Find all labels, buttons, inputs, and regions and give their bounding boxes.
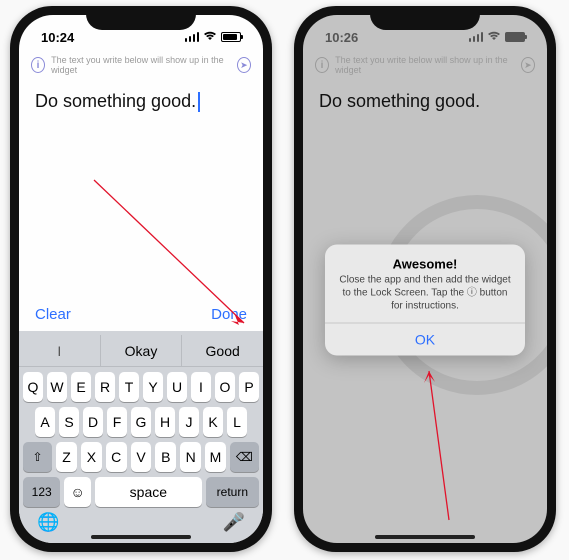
key-y[interactable]: Y	[143, 372, 163, 402]
key-k[interactable]: K	[203, 407, 223, 437]
alert-ok-button[interactable]: OK	[325, 323, 525, 356]
phone-left: 10:24 i The text you write below will sh…	[10, 6, 272, 552]
screen-right: 10:26 i The text you write below will sh…	[303, 15, 547, 543]
phone-right: 10:26 i The text you write below will sh…	[294, 6, 556, 552]
done-button[interactable]: Done	[211, 306, 247, 323]
key-v[interactable]: V	[131, 442, 152, 472]
entered-text: Do something good.	[319, 91, 480, 111]
key-l[interactable]: L	[227, 407, 247, 437]
battery-icon	[221, 32, 241, 42]
hint-bar: i The text you write below will show up …	[303, 49, 547, 81]
clear-button[interactable]: Clear	[35, 306, 71, 323]
text-editor: Do something good.	[303, 81, 547, 122]
home-indicator[interactable]	[375, 535, 475, 539]
battery-icon	[505, 32, 525, 42]
key-g[interactable]: G	[131, 407, 151, 437]
key-i[interactable]: I	[191, 372, 211, 402]
notch	[370, 6, 480, 30]
key-m[interactable]: M	[205, 442, 226, 472]
info-icon[interactable]: i	[31, 57, 45, 73]
notch	[86, 6, 196, 30]
text-editor[interactable]: Do something good.	[19, 81, 263, 122]
key-q[interactable]: Q	[23, 372, 43, 402]
key-t[interactable]: T	[119, 372, 139, 402]
key-b[interactable]: B	[155, 442, 176, 472]
key-h[interactable]: H	[155, 407, 175, 437]
key-p[interactable]: P	[239, 372, 259, 402]
screen-left: 10:24 i The text you write below will sh…	[19, 15, 263, 543]
hint-bar: i The text you write below will show up …	[19, 49, 263, 81]
keyboard-toolbar: Clear Done	[19, 298, 263, 331]
wifi-icon	[487, 30, 501, 44]
suggestion[interactable]: Okay	[101, 335, 183, 366]
key-123[interactable]: 123	[23, 477, 60, 507]
key-return[interactable]: return	[206, 477, 259, 507]
mic-icon[interactable]: 🎤	[223, 512, 245, 533]
key-e[interactable]: E	[71, 372, 91, 402]
key-shift[interactable]: ⇧	[23, 442, 52, 472]
key-w[interactable]: W	[47, 372, 67, 402]
key-n[interactable]: N	[180, 442, 201, 472]
action-icon[interactable]: ➤	[521, 57, 535, 73]
alert-title: Awesome!	[325, 245, 525, 274]
alert-body: Close the app and then add the widget to…	[325, 274, 525, 323]
info-icon[interactable]: i	[315, 57, 329, 73]
globe-icon[interactable]: 🌐	[37, 512, 59, 533]
home-indicator[interactable]	[91, 535, 191, 539]
keyboard[interactable]: I Okay Good Q W E R T Y U I O P A	[19, 331, 263, 543]
key-a[interactable]: A	[35, 407, 55, 437]
key-space[interactable]: space	[95, 477, 202, 507]
clock: 10:24	[41, 30, 74, 45]
suggestion[interactable]: Good	[182, 335, 263, 366]
key-j[interactable]: J	[179, 407, 199, 437]
key-backspace[interactable]: ⌫	[230, 442, 259, 472]
cell-signal-icon	[469, 32, 484, 42]
action-icon[interactable]: ➤	[237, 57, 251, 73]
key-c[interactable]: C	[106, 442, 127, 472]
key-r[interactable]: R	[95, 372, 115, 402]
key-x[interactable]: X	[81, 442, 102, 472]
key-o[interactable]: O	[215, 372, 235, 402]
suggestion-bar: I Okay Good	[19, 335, 263, 367]
key-emoji[interactable]: ☺	[64, 477, 91, 507]
key-s[interactable]: S	[59, 407, 79, 437]
cell-signal-icon	[185, 32, 200, 42]
clock: 10:26	[325, 30, 358, 45]
key-d[interactable]: D	[83, 407, 103, 437]
wifi-icon	[203, 30, 217, 44]
hint-text: The text you write below will show up in…	[51, 55, 225, 75]
entered-text: Do something good.	[35, 91, 196, 111]
hint-text: The text you write below will show up in…	[335, 55, 509, 75]
alert-dialog: Awesome! Close the app and then add the …	[325, 245, 525, 356]
text-cursor	[198, 92, 200, 112]
key-f[interactable]: F	[107, 407, 127, 437]
key-u[interactable]: U	[167, 372, 187, 402]
suggestion[interactable]: I	[19, 335, 101, 366]
key-z[interactable]: Z	[56, 442, 77, 472]
